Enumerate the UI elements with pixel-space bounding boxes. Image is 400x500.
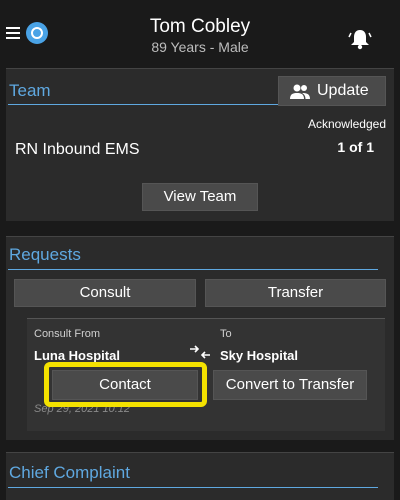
team-name: RN Inbound EMS (15, 141, 140, 158)
view-team-button[interactable]: View Team (142, 183, 258, 211)
tab-consult[interactable]: Consult (14, 279, 196, 307)
patient-age-sex: 89 Years - Male (151, 39, 249, 55)
bell-icon[interactable] (348, 28, 372, 50)
convert-to-transfer-button[interactable]: Convert to Transfer (213, 370, 367, 400)
update-button[interactable]: Update (278, 76, 386, 106)
swap-arrows-icon (190, 345, 210, 359)
team-section-title: Team (9, 81, 51, 100)
requests-divider (8, 269, 378, 270)
patient-name: Tom Cobley (149, 16, 251, 37)
update-button-label: Update (317, 82, 369, 99)
consult-to-label: To (220, 328, 232, 340)
consult-to-value: Sky Hospital (220, 348, 299, 363)
chief-complaint-title: Chief Complaint (9, 463, 130, 482)
requests-section-title: Requests (9, 245, 81, 264)
chief-complaint-divider (8, 487, 378, 488)
people-icon (290, 84, 310, 99)
consult-from-label: Consult From (34, 328, 101, 340)
acknowledged-count: 1 of 1 (337, 139, 374, 155)
app-header: Tom Cobley 89 Years - Male (0, 0, 400, 64)
contact-highlight-box (44, 362, 207, 407)
tab-transfer[interactable]: Transfer (205, 279, 386, 307)
consult-from-value: Luna Hospital (34, 348, 120, 363)
acknowledged-label: Acknowledged (307, 117, 386, 131)
